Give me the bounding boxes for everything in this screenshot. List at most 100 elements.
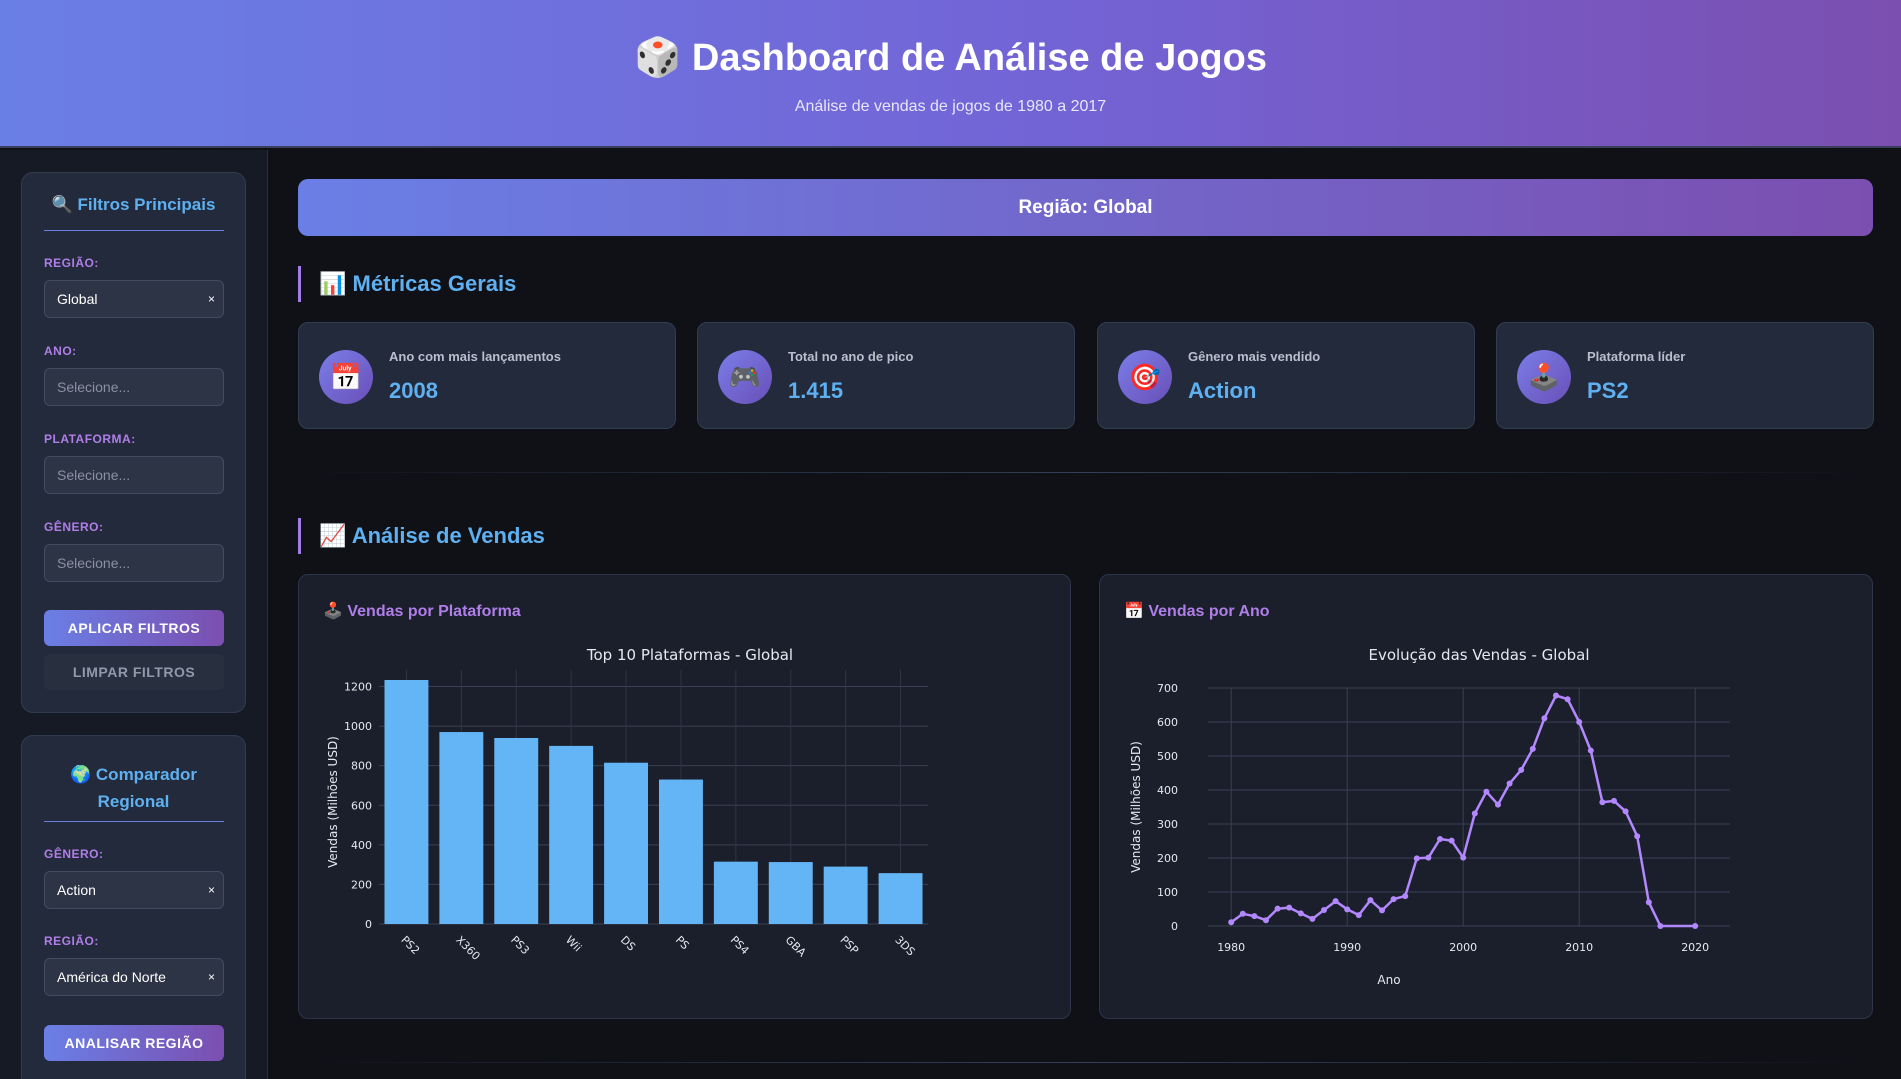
data-point — [1390, 896, 1397, 903]
metric-card-peak-total: 🎮 Total no ano de pico 1.415 — [697, 322, 1075, 429]
comparator-title-line2: Regional — [97, 792, 170, 811]
x-tick-label: GBA — [783, 933, 809, 959]
bar — [823, 866, 868, 924]
y-tick-label: 100 — [1157, 886, 1178, 899]
metric-label: Plataforma líder — [1587, 349, 1686, 364]
filters-panel-title: 🔍 Filtros Principais — [51, 195, 216, 214]
x-tick-label: 3DS — [892, 933, 917, 958]
data-point — [1587, 747, 1594, 754]
data-point — [1251, 913, 1258, 920]
section-divider — [298, 472, 1873, 473]
data-point — [1228, 919, 1235, 926]
target-icon: 🎯 — [1118, 350, 1172, 404]
joystick-icon: 🕹️ — [1517, 350, 1571, 404]
calendar-icon: 📅 — [319, 350, 373, 404]
clear-filters-button[interactable]: LIMPAR FILTROS — [44, 654, 224, 690]
x-tick-label: PSP — [838, 933, 862, 957]
y-tick-label: 200 — [1157, 852, 1178, 865]
platform-sales-card: 🕹️ Vendas por Plataforma Top 10 Platafor… — [298, 574, 1071, 1019]
year-select[interactable] — [44, 368, 224, 406]
data-point — [1506, 780, 1513, 787]
bar — [878, 873, 923, 924]
bar — [713, 861, 758, 924]
clear-icon[interactable]: × — [208, 959, 215, 995]
region-select-value: Global — [57, 291, 98, 307]
bar — [768, 862, 813, 924]
gamepad-icon: 🎮 — [718, 350, 772, 404]
metric-card-top-genre: 🎯 Gênero mais vendido Action — [1097, 322, 1475, 429]
metric-card-top-platform: 🕹️ Plataforma líder PS2 — [1496, 322, 1874, 429]
year-line-chart[interactable]: Evolução das Vendas - Global 0 100 200 300 40… — [1100, 575, 1874, 1020]
data-point — [1263, 917, 1269, 924]
data-point — [1518, 766, 1525, 773]
x-tick-label: 1980 — [1217, 941, 1245, 954]
comparator-genre-select[interactable]: Action × — [44, 871, 224, 909]
metric-value: 2008 — [389, 378, 438, 403]
data-point — [1332, 898, 1339, 905]
data-point — [1437, 835, 1443, 842]
bar — [604, 762, 649, 924]
y-tick-label: 400 — [1157, 784, 1178, 797]
section-divider — [298, 1062, 1873, 1063]
y-tick-label: 1200 — [344, 681, 372, 694]
clear-icon[interactable]: × — [208, 872, 215, 908]
regional-comparator-panel: 🌍 Comparador Regional GÊNERO: Action × R… — [21, 735, 246, 1079]
data-point — [1286, 904, 1293, 911]
data-point — [1576, 719, 1583, 725]
data-point — [1355, 912, 1362, 919]
metric-card-peak-year: 📅 Ano com mais lançamentos 2008 — [298, 322, 676, 429]
metric-label: Gênero mais vendido — [1188, 349, 1321, 364]
platform-label: PLATAFORMA: — [44, 432, 136, 446]
analyze-region-button[interactable]: ANALISAR REGIÃO — [44, 1025, 224, 1061]
bar — [658, 779, 703, 924]
data-point — [1448, 837, 1455, 844]
data-point — [1483, 788, 1490, 795]
data-point — [1495, 801, 1501, 808]
region-label: REGIÃO: — [44, 256, 99, 270]
comparator-region-select[interactable]: América do Norte × — [44, 958, 224, 996]
data-point — [1367, 897, 1374, 904]
x-tick-label: PS4 — [728, 933, 752, 957]
comparator-genre-value: Action — [57, 882, 96, 898]
data-point — [1634, 833, 1641, 840]
data-point — [1413, 855, 1420, 862]
comparator-region-value: América do Norte — [57, 969, 166, 985]
data-point — [1599, 799, 1606, 806]
app-header: 🎲 Dashboard de Análise de Jogos Análise … — [0, 0, 1901, 148]
genre-select[interactable] — [44, 544, 224, 582]
comparator-genre-label: GÊNERO: — [44, 847, 104, 861]
data-point — [1344, 906, 1351, 913]
x-tick-label: 1990 — [1333, 941, 1361, 954]
y-tick-label: 300 — [1157, 818, 1178, 831]
y-tick-label: 0 — [1171, 920, 1178, 933]
platform-select[interactable] — [44, 456, 224, 494]
data-point — [1239, 910, 1246, 917]
line-chart-title: Evolução das Vendas - Global — [1368, 646, 1589, 664]
bar — [494, 737, 539, 924]
genre-label: GÊNERO: — [44, 520, 104, 534]
y-tick-label: 600 — [1157, 716, 1178, 729]
data-point — [1645, 899, 1652, 906]
bar — [439, 732, 484, 924]
x-tick-label: PS — [673, 933, 692, 952]
page-subtitle: Análise de vendas de jogos de 1980 a 201… — [794, 98, 1107, 115]
sales-section-title: 📈 Análise de Vendas — [298, 518, 545, 554]
y-axis-label: Vendas (Milhões USD) — [326, 736, 340, 868]
x-tick-label: 2000 — [1449, 941, 1477, 954]
data-point — [1425, 854, 1432, 861]
filters-panel: 🔍 Filtros Principais REGIÃO: Global × AN… — [21, 172, 246, 713]
clear-icon[interactable]: × — [208, 281, 215, 317]
data-point — [1529, 745, 1536, 752]
data-point — [1541, 715, 1548, 722]
apply-filters-button[interactable]: APLICAR FILTROS — [44, 610, 224, 646]
x-tick-label: DS — [618, 933, 638, 953]
bar — [384, 680, 429, 924]
platform-bar-chart[interactable]: Top 10 Plataformas - Global 0 200 400 600 800… — [299, 575, 1072, 1020]
y-tick-label: 0 — [365, 918, 372, 931]
metric-value: PS2 — [1587, 378, 1629, 403]
data-point — [1379, 907, 1385, 914]
comparator-title-underline — [44, 821, 224, 822]
data-point — [1402, 893, 1409, 900]
region-select[interactable]: Global × — [44, 280, 224, 318]
data-point — [1611, 797, 1617, 804]
